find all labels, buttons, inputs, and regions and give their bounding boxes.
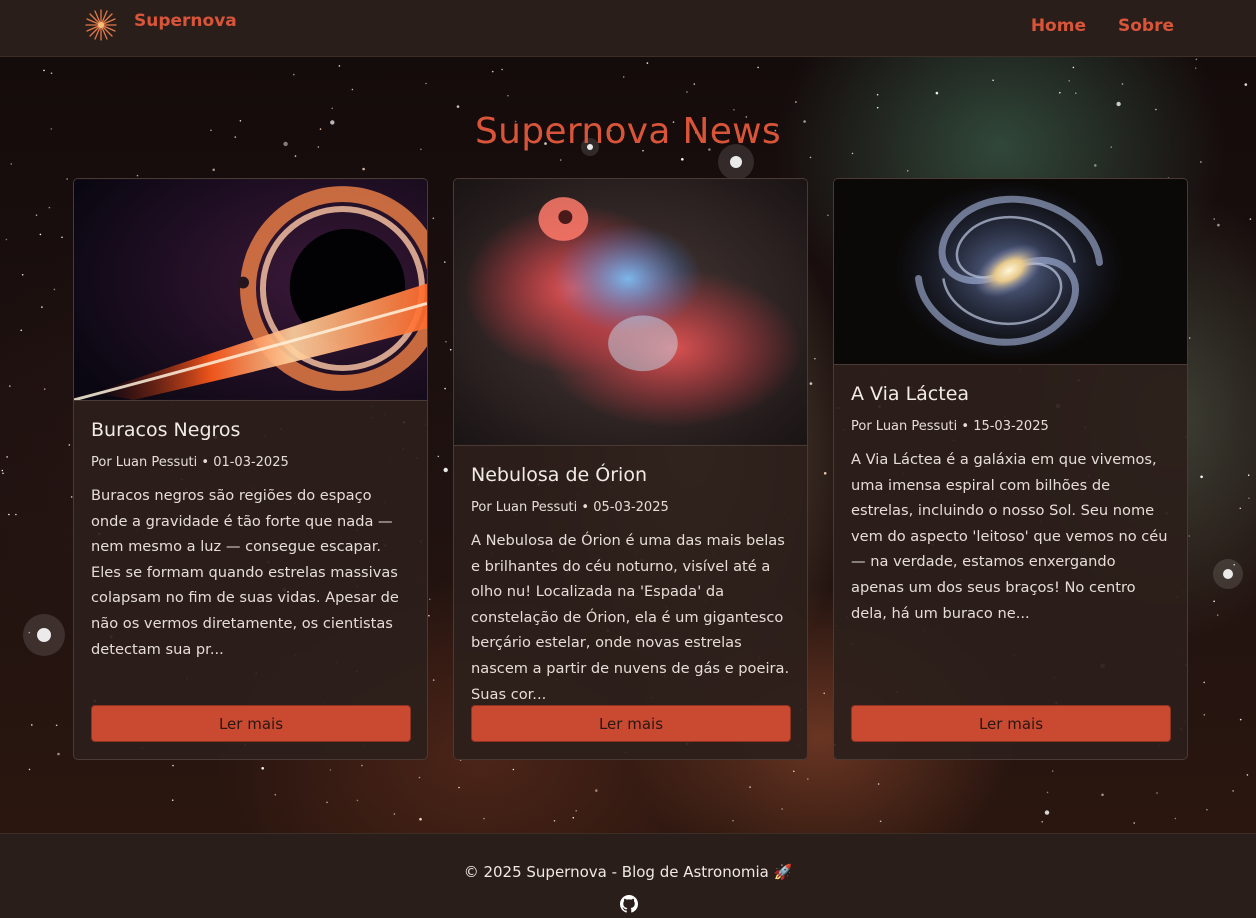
- post-meta: Por Luan Pessuti • 01-03-2025: [91, 455, 289, 470]
- post-title: Nebulosa de Órion: [471, 464, 647, 486]
- navbar: Supernova Home Sobre: [0, 0, 1256, 57]
- brand-name: Supernova: [134, 11, 237, 31]
- starburst-icon: [85, 9, 117, 41]
- post-excerpt: A Nebulosa de Órion é uma das mais belas…: [471, 532, 790, 703]
- nav-links: Home Sobre: [1031, 16, 1174, 36]
- post-card-orion-nebula: Nebulosa de Órion Por Luan Pessuti • 05-…: [453, 178, 808, 760]
- post-card-milky-way: A Via Láctea Por Luan Pessuti • 15-03-20…: [833, 178, 1188, 760]
- page-title: Supernova News: [475, 111, 781, 152]
- read-more-button[interactable]: Ler mais: [471, 705, 791, 742]
- footer-copyright: © 2025 Supernova - Blog de Astronomia 🚀: [463, 863, 793, 881]
- read-more-button[interactable]: Ler mais: [851, 705, 1171, 742]
- post-meta: Por Luan Pessuti • 15-03-2025: [851, 419, 1049, 434]
- brand-link[interactable]: Supernova: [84, 8, 237, 42]
- post-excerpt: A Via Láctea é a galáxia em que vivemos,…: [851, 451, 1168, 622]
- github-icon[interactable]: [620, 895, 638, 913]
- black-hole-image: [74, 179, 427, 401]
- orion-nebula-image: [454, 179, 807, 446]
- milky-way-image: [834, 179, 1187, 365]
- footer: © 2025 Supernova - Blog de Astronomia 🚀: [0, 833, 1256, 918]
- post-excerpt: Buracos negros são regiões do espaço ond…: [91, 487, 399, 658]
- post-title: Buracos Negros: [91, 419, 241, 441]
- read-more-button[interactable]: Ler mais: [91, 705, 411, 742]
- post-title: A Via Láctea: [851, 383, 970, 405]
- nav-link-sobre[interactable]: Sobre: [1118, 16, 1174, 36]
- nav-link-home[interactable]: Home: [1031, 16, 1086, 36]
- post-meta: Por Luan Pessuti • 05-03-2025: [471, 500, 669, 515]
- post-card-black-holes: Buracos Negros Por Luan Pessuti • 01-03-…: [73, 178, 428, 760]
- hero-section: Supernova News Buracos Negros Por Luan P…: [0, 57, 1256, 833]
